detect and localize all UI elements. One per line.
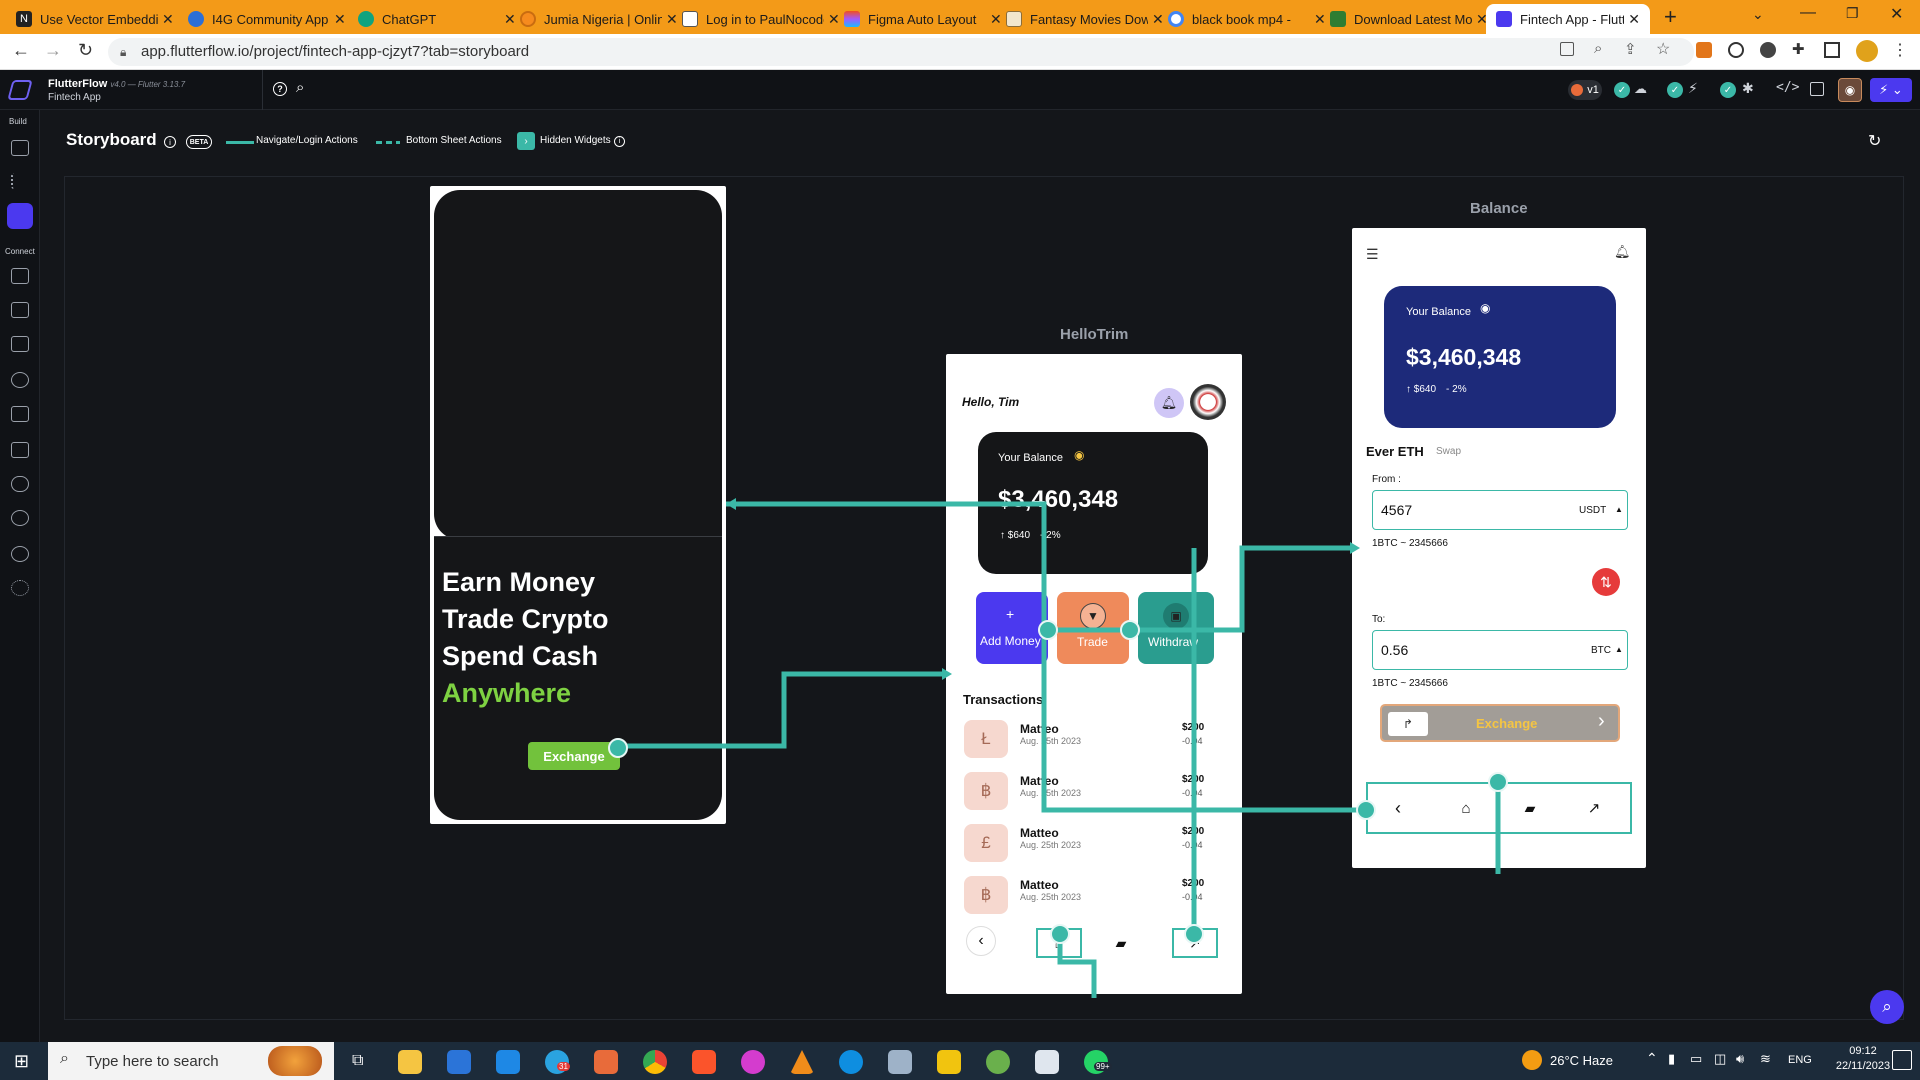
mail-icon[interactable] xyxy=(496,1050,520,1074)
arrow-head xyxy=(942,668,952,680)
brave-icon[interactable] xyxy=(692,1050,716,1074)
connector-trade-to-balance xyxy=(1046,545,1350,633)
signal-icon[interactable]: ▮ xyxy=(1668,1051,1675,1067)
app-c-icon[interactable] xyxy=(594,1050,618,1074)
search-fab-icon[interactable]: ⌕ xyxy=(1870,990,1904,1024)
language-indicator[interactable]: ENG xyxy=(1788,1054,1812,1066)
app-icon[interactable] xyxy=(937,1050,961,1074)
search-icon: ⌕ xyxy=(60,1050,69,1067)
windows-taskbar: ⊞ ⌕ Type here to search ⧉ 31 99+ 26°C Ha… xyxy=(0,1042,1920,1080)
connector-handle[interactable] xyxy=(1488,772,1508,792)
app-icon[interactable] xyxy=(888,1050,912,1074)
time-text: 09:12 xyxy=(1849,1045,1877,1057)
navigation-connectors xyxy=(620,498,1501,998)
store-icon[interactable] xyxy=(447,1050,471,1074)
chrome-icon[interactable] xyxy=(643,1050,667,1074)
battery-icon[interactable]: ▭ xyxy=(1690,1051,1702,1067)
camera-icon[interactable]: ◫ xyxy=(1714,1051,1726,1067)
whatsapp-badge: 99+ xyxy=(1094,1062,1112,1071)
file-explorer-icon[interactable] xyxy=(398,1050,422,1074)
tray-chevron-icon[interactable]: ⌃ xyxy=(1646,1050,1658,1067)
weather-icon xyxy=(1522,1050,1542,1070)
connector-handle[interactable] xyxy=(1038,620,1058,640)
edge-icon[interactable] xyxy=(839,1050,863,1074)
connector-handle[interactable] xyxy=(608,738,628,758)
connector-handle[interactable] xyxy=(1050,924,1070,944)
clock[interactable]: 09:12 22/11/2023 xyxy=(1834,1045,1892,1072)
whatsapp-icon[interactable]: 99+ xyxy=(1084,1050,1112,1074)
wave-browser-icon[interactable] xyxy=(741,1050,765,1074)
arrow-head xyxy=(726,498,736,510)
connector-handle[interactable] xyxy=(1120,620,1140,640)
taskbar-search-box[interactable]: ⌕ Type here to search xyxy=(48,1042,334,1080)
volume-icon[interactable]: 🔊︎ xyxy=(1736,1051,1744,1067)
connector-exchange-to-hellotrim xyxy=(620,671,942,749)
wifi-icon[interactable]: ≋ xyxy=(1760,1051,1771,1067)
notifications-icon[interactable] xyxy=(1892,1050,1912,1070)
connector-home-nav xyxy=(1057,934,1097,998)
vlc-icon[interactable] xyxy=(790,1050,814,1074)
connector-handle[interactable] xyxy=(1356,800,1376,820)
date-text: 22/11/2023 xyxy=(1835,1060,1891,1072)
telegram-icon[interactable]: 31 xyxy=(545,1050,570,1074)
search-highlight-image xyxy=(268,1046,322,1076)
windows-start-icon[interactable]: ⊞ xyxy=(14,1051,29,1072)
weather-text: 26°C Haze xyxy=(1550,1053,1614,1068)
search-placeholder: Type here to search xyxy=(86,1053,219,1070)
task-view-icon[interactable]: ⧉ xyxy=(352,1052,363,1070)
app-icon[interactable] xyxy=(986,1050,1010,1074)
telegram-badge: 31 xyxy=(557,1062,570,1071)
arrow-head xyxy=(1350,542,1360,554)
app-icon[interactable] xyxy=(1035,1050,1059,1074)
connector-handle[interactable] xyxy=(1184,924,1204,944)
